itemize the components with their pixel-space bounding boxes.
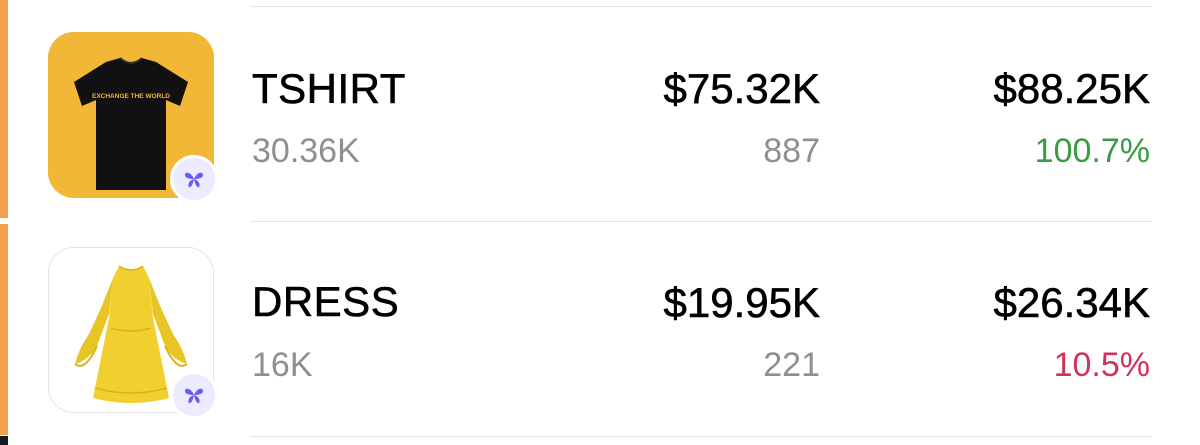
product-col3-value: $26.34K: [993, 279, 1150, 327]
butterfly-badge: [170, 155, 218, 203]
product-col3-percent: 100.7%: [1034, 132, 1150, 170]
row-divider: [250, 6, 1152, 7]
product-col3-percent: 10.5%: [1053, 346, 1150, 384]
product-row-dress[interactable]: DRESS 16K $19.95K 221 $26.34K 10.5%: [0, 222, 1200, 437]
butterfly-badge: [170, 371, 218, 419]
product-row-tshirt[interactable]: EXCHANGE THE WORLD TSHIRT 30.36K $75.32K…: [0, 8, 1200, 223]
product-col2-value: $19.95K: [663, 279, 820, 327]
product-col2-sub: 887: [763, 132, 820, 170]
butterfly-icon: [185, 172, 203, 188]
product-col2-sub: 221: [763, 346, 820, 384]
product-subtitle: 30.36K: [252, 132, 360, 170]
shirt-print-text: EXCHANGE THE WORLD: [92, 93, 170, 100]
product-col2-value: $75.32K: [663, 65, 820, 113]
product-name: TSHIRT: [252, 65, 406, 113]
product-col3-value: $88.25K: [993, 65, 1150, 113]
butterfly-icon: [185, 388, 203, 404]
product-list-page: EXCHANGE THE WORLD TSHIRT 30.36K $75.32K…: [0, 0, 1200, 445]
left-edge-dark: [0, 436, 8, 445]
product-subtitle: 16K: [252, 346, 313, 384]
product-name: DRESS: [252, 278, 400, 326]
